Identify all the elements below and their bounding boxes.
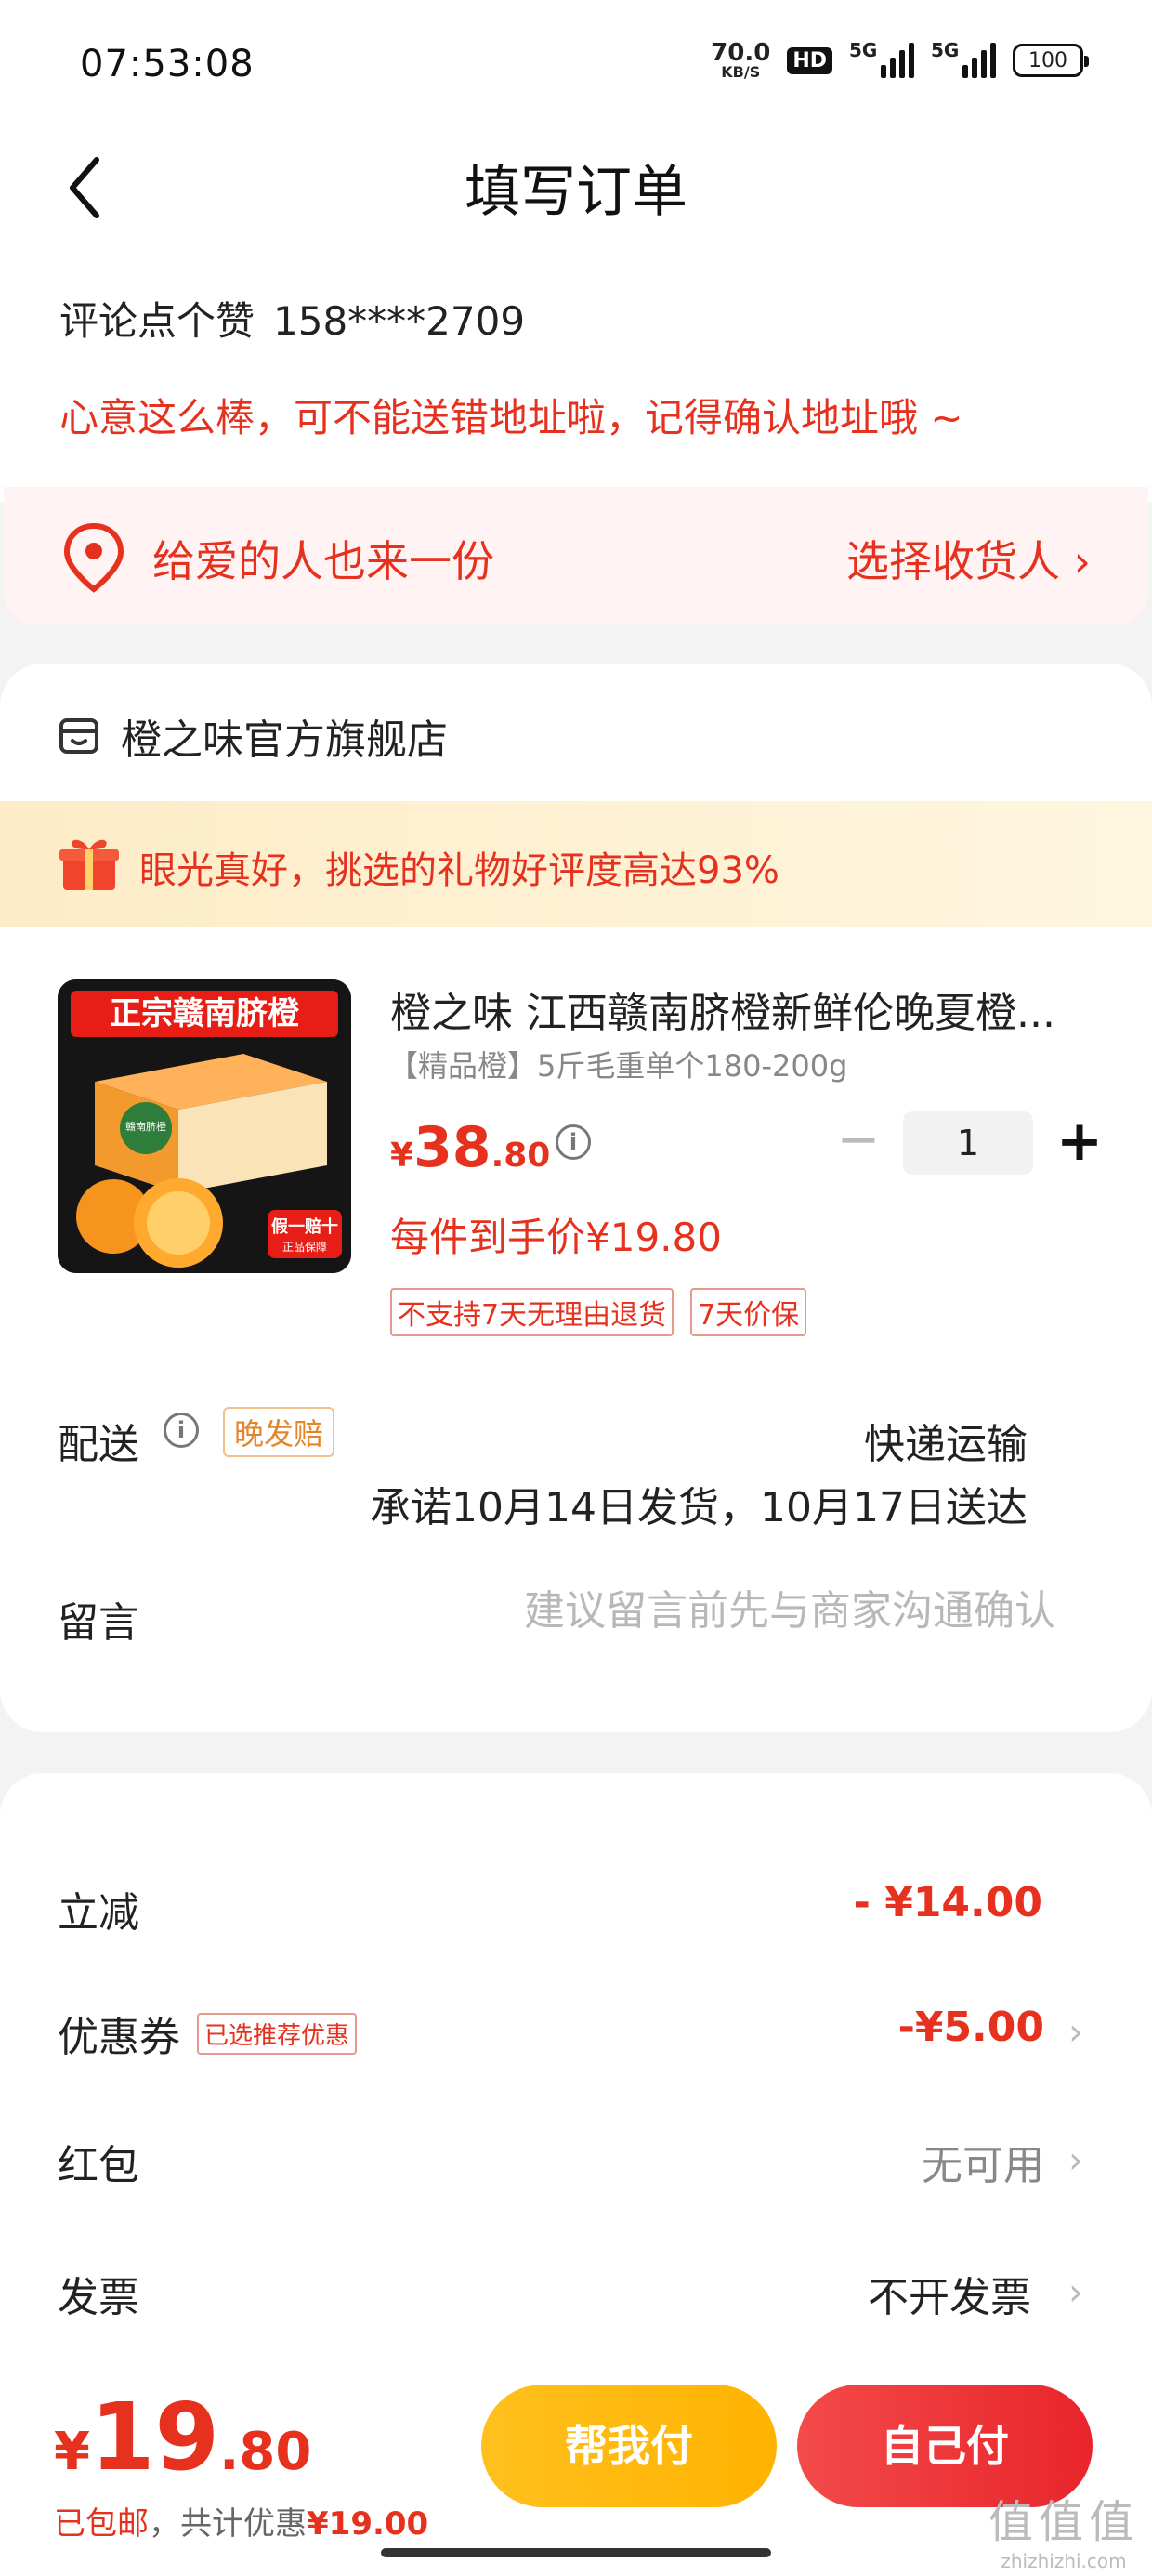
- coupon-row[interactable]: 优惠券 已选推荐优惠 -¥5.00 ›: [0, 1983, 1152, 2076]
- price-integer: 38: [413, 1115, 491, 1180]
- product-badge-1: 假一赔十: [271, 1216, 338, 1237]
- battery-icon: 100: [1013, 44, 1089, 77]
- discount-value: - ¥14.00: [853, 1879, 1042, 1926]
- discount-label: 立减: [58, 1889, 139, 1937]
- total-decimal: .80: [219, 2422, 312, 2482]
- store-name: 橙之味官方旗舰店: [121, 716, 448, 764]
- total-note: 已包邮，共计优惠¥19.00: [54, 2498, 428, 2543]
- invoice-row[interactable]: 发票 不开发票 ›: [0, 2243, 1152, 2336]
- price-currency: ¥: [390, 1137, 414, 1175]
- recipient-prompt: 给爱的人也来一份: [152, 536, 494, 586]
- delivery-method: 快递运输: [864, 1421, 1028, 1468]
- store-icon: [59, 718, 98, 754]
- location-icon: [63, 522, 124, 593]
- page-title: 填写订单: [465, 160, 687, 225]
- chevron-right-icon: ›: [1068, 2271, 1083, 2314]
- total-currency: ¥: [54, 2422, 90, 2482]
- note-label: 留言: [58, 1599, 139, 1647]
- home-indicator[interactable]: [381, 2548, 771, 2557]
- chevron-right-icon: ›: [1068, 2139, 1083, 2182]
- product-spec[interactable]: 【精品橙】5斤毛重单个180-200g: [388, 1043, 847, 1085]
- product-tags: 不支持7天无理由退货 7天价保: [390, 1288, 807, 1336]
- help-pay-button[interactable]: 帮我付: [481, 2385, 777, 2507]
- signal-label-2: 5G: [931, 39, 960, 61]
- hd-icon: HD: [787, 46, 832, 74]
- recipient-card[interactable]: 给爱的人也来一份 选择收货人 ›: [4, 487, 1148, 624]
- user-phone: 158****2709: [273, 298, 526, 344]
- signal-icon-2: 5G: [931, 39, 996, 78]
- user-name: 评论点个赞: [59, 298, 255, 344]
- watermark-logo: 值值值: [988, 2496, 1139, 2548]
- gift-icon: [59, 839, 119, 890]
- watermark-url: zhizhizhi.com: [1001, 2550, 1127, 2572]
- coupon-value: -¥5.00: [897, 2004, 1044, 2051]
- late-compensation-badge: 晚发赔: [223, 1407, 335, 1457]
- tag-no-return: 不支持7天无理由退货: [390, 1288, 674, 1336]
- quantity-stepper: − 1 +: [832, 1111, 1107, 1175]
- redpacket-label: 红包: [58, 2142, 139, 2189]
- user-info[interactable]: 评论点个赞 158****2709: [59, 290, 525, 347]
- address-hint: 心意这么棒，可不能送错地址啦，记得确认地址哦 ~: [59, 395, 963, 440]
- free-shipping: 已包邮: [54, 2505, 149, 2543]
- product-image-title: 正宗赣南脐橙: [110, 995, 300, 1032]
- product-box-label: 赣南脐橙: [125, 1120, 166, 1133]
- delivery-promise: 承诺10月14日发货，10月17日送达: [370, 1484, 1028, 1531]
- price-info-icon[interactable]: i: [556, 1124, 591, 1160]
- net-speed-unit: KB/S: [721, 63, 761, 81]
- product-title[interactable]: 橙之味 江西赣南脐橙新鲜伦晚夏橙...: [390, 979, 1096, 1039]
- decrease-quantity-button[interactable]: −: [832, 1114, 884, 1169]
- invoice-value: 不开发票: [868, 2274, 1031, 2321]
- unit-final-price: 每件到手价¥19.80: [390, 1215, 722, 1260]
- total-price: ¥ 19 .80: [54, 2383, 311, 2491]
- store-header[interactable]: 橙之味官方旗舰店: [58, 706, 448, 766]
- redpacket-value: 无可用: [922, 2142, 1044, 2189]
- coupon-badge: 已选推荐优惠: [197, 2012, 358, 2055]
- savings-value: ¥19.00: [307, 2505, 429, 2543]
- net-speed-value: 70.0: [711, 39, 771, 67]
- increase-quantity-button[interactable]: +: [1052, 1113, 1107, 1171]
- select-recipient-button[interactable]: 选择收货人 ›: [846, 528, 1091, 589]
- total-integer: 19: [89, 2383, 220, 2491]
- chevron-right-icon: ›: [1068, 2011, 1083, 2054]
- product-badge-2: 正品保障: [282, 1240, 327, 1254]
- note-input[interactable]: [409, 1578, 1055, 1643]
- status-time: 07:53:08: [80, 43, 255, 85]
- gift-banner-text: 眼光真好，挑选的礼物好评度高达93%: [139, 849, 779, 892]
- savings-prefix: ，共计优惠: [149, 2505, 307, 2543]
- coupon-label: 优惠券: [58, 2014, 180, 2061]
- signal-label: 5G: [849, 39, 878, 61]
- tag-price-protect: 7天价保: [690, 1288, 807, 1336]
- gift-banner: 眼光真好，挑选的礼物好评度高达93%: [0, 801, 1152, 927]
- status-icons: 70.0 KB/S HD 5G 5G 100: [711, 39, 1089, 80]
- net-speed: 70.0 KB/S: [711, 41, 770, 80]
- store-card: 橙之味官方旗舰店 眼光真好，挑选的礼物好评度高达93% 正宗赣南脐橙 赣南脐橙 …: [0, 664, 1152, 1732]
- invoice-label: 发票: [58, 2274, 139, 2321]
- watermark: 值值值 zhizhizhi.com: [988, 2485, 1139, 2572]
- delivery-info-icon[interactable]: i: [164, 1413, 199, 1448]
- delivery-label: 配送: [58, 1421, 139, 1468]
- nav-bar: 填写订单: [0, 130, 1152, 242]
- bottom-bar: ¥ 19 .80 已包邮，共计优惠¥19.00 帮我付 自己付 值值值 zhiz…: [0, 2364, 1152, 2576]
- summary-card: 立减 - ¥14.00 优惠券 已选推荐优惠 -¥5.00 › 红包 无可用 ›…: [0, 1773, 1152, 2424]
- price-decimal: .80: [491, 1137, 551, 1175]
- discount-row: 立减 - ¥14.00: [0, 1859, 1152, 1952]
- redpacket-row[interactable]: 红包 无可用 ›: [0, 2111, 1152, 2204]
- product-price: ¥ 38 .80: [390, 1115, 550, 1180]
- product-image[interactable]: 正宗赣南脐橙 赣南脐橙 假一赔十 正品保障: [58, 979, 351, 1273]
- status-bar: 07:53:08 70.0 KB/S HD 5G 5G 100: [0, 0, 1152, 130]
- quantity-value[interactable]: 1: [903, 1111, 1033, 1175]
- signal-icon: 5G: [849, 39, 914, 78]
